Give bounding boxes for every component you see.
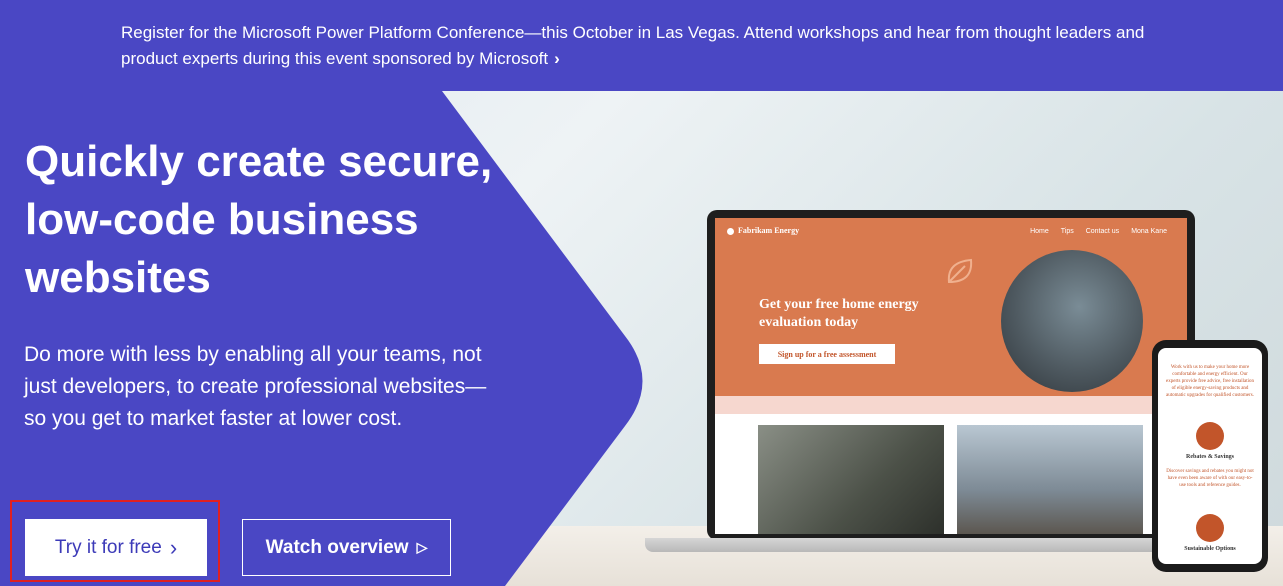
mock-site-logo: Fabrikam Energy [727, 226, 799, 235]
mock-site-cta: Sign up for a free assessment [759, 344, 895, 364]
phone-item2-title: Sustainable Options [1184, 546, 1236, 552]
logo-icon [727, 227, 734, 235]
phone-item1-title: Rebates & Savings [1185, 454, 1234, 460]
mock-nav-contact: Contact us [1085, 228, 1120, 235]
phone-mockup: Work with us to make your home more comf… [1152, 340, 1268, 572]
mock-nav-home: Home [1030, 228, 1049, 235]
rebates-icon [1196, 422, 1224, 450]
try-it-free-button[interactable]: Try it for free › [25, 519, 207, 576]
mock-site-nav-links: Home Tips Contact us Mona Kane [1030, 228, 1167, 235]
mock-site-nav: Fabrikam Energy Home Tips Contact us Mon… [715, 218, 1187, 246]
watch-overview-button[interactable]: Watch overview ▷ [242, 519, 451, 576]
phone-item1-text: Discover savings and rebates you might n… [1166, 469, 1254, 488]
try-it-free-label: Try it for free [54, 536, 162, 558]
hero-title: Quickly create secure, low-code business… [25, 137, 493, 302]
phone-intro-text: Work with us to make your home more comf… [1166, 365, 1255, 398]
laptop-mockup: Fabrikam Energy Home Tips Contact us Mon… [707, 210, 1195, 540]
promo-banner-text: Register for the Microsoft Power Platfor… [121, 23, 1145, 68]
mock-site-card-photo [758, 425, 944, 534]
mock-site-hero: Get your free home energy evaluation tod… [715, 246, 1187, 396]
leaf-icon [947, 258, 973, 284]
play-icon: ▷ [416, 539, 428, 555]
mock-nav-tips: Tips [1060, 228, 1074, 235]
hero-subtitle: Do more with less by enabling all your t… [24, 343, 487, 430]
mock-site-photo [1001, 250, 1143, 392]
mock-nav-user: Mona Kane [1131, 228, 1167, 235]
laptop-screen: Fabrikam Energy Home Tips Contact us Mon… [715, 218, 1187, 534]
sustainable-icon [1196, 514, 1224, 542]
mock-site-strip [715, 396, 1187, 414]
mock-site-headline: Get your free home energy evaluation tod… [759, 297, 919, 330]
chevron-right-icon: › [169, 534, 178, 560]
chevron-right-icon: › [554, 49, 560, 68]
mock-site-card-photo [957, 425, 1143, 534]
watch-overview-label: Watch overview [265, 536, 409, 558]
promo-banner-link[interactable]: Register for the Microsoft Power Platfor… [121, 20, 1161, 72]
promo-banner: Register for the Microsoft Power Platfor… [0, 0, 1283, 91]
phone-screen: Work with us to make your home more comf… [1158, 348, 1262, 564]
